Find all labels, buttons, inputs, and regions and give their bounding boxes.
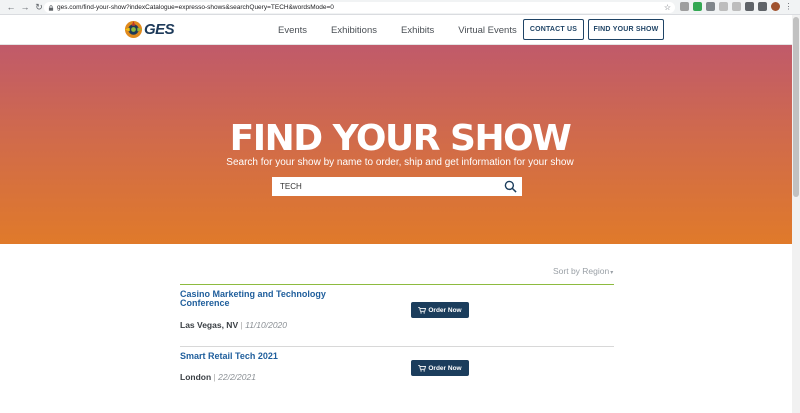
page-scrollbar[interactable]: [792, 15, 800, 413]
divider: [180, 284, 614, 285]
extension-icon[interactable]: [680, 2, 689, 11]
event-city: London: [180, 372, 212, 382]
site-header: GES Events Exhibitions Exhibits Virtual …: [0, 15, 800, 45]
separator: |: [213, 372, 216, 382]
bookmark-star-icon[interactable]: ☆: [664, 2, 671, 13]
profile-avatar[interactable]: [771, 2, 780, 11]
extension-icon[interactable]: [719, 2, 728, 11]
search-box: [272, 177, 522, 196]
nav-exhibits[interactable]: Exhibits: [401, 25, 434, 36]
nav-events[interactable]: Events: [278, 25, 307, 36]
address-bar[interactable]: ges.com/find-your-show?indexCatalogue=ex…: [44, 2, 675, 13]
sort-label: Sort by Region: [553, 266, 610, 276]
order-now-button[interactable]: Order Now: [411, 302, 469, 318]
browser-toolbar: ← → ↻ ges.com/find-your-show?indexCatalo…: [0, 0, 800, 15]
order-now-label: Order Now: [428, 306, 462, 314]
cart-icon: [418, 306, 427, 314]
hero-banner: FIND YOUR SHOW Search for your show by n…: [0, 45, 800, 244]
event-title-link[interactable]: Smart Retail Tech 2021: [180, 352, 340, 361]
event-date: 22/2/2021: [218, 372, 256, 382]
back-icon[interactable]: ←: [5, 1, 17, 13]
extension-icon[interactable]: [706, 2, 715, 11]
puzzle-icon[interactable]: [758, 2, 767, 11]
sort-by-region-dropdown[interactable]: Sort by Region▾: [553, 266, 613, 276]
event-city: Las Vegas, NV: [180, 320, 239, 330]
forward-icon[interactable]: →: [19, 1, 31, 13]
url-text: ges.com/find-your-show?indexCatalogue=ex…: [57, 4, 334, 11]
scrollbar-thumb[interactable]: [793, 17, 799, 197]
lock-icon: [48, 4, 54, 11]
extension-icon[interactable]: [693, 2, 702, 11]
extension-bar: ⋮: [680, 2, 793, 11]
search-input[interactable]: [280, 182, 495, 191]
menu-dots-icon[interactable]: ⋮: [784, 2, 793, 11]
event-title-link[interactable]: Casino Marketing and Technology Conferen…: [180, 290, 340, 308]
nav-virtual-events[interactable]: Virtual Events: [458, 25, 516, 36]
logo-wordmark: GES: [144, 21, 175, 38]
event-meta: London | 22/2/2021: [180, 372, 256, 382]
order-now-label: Order Now: [428, 364, 462, 372]
event-meta: Las Vegas, NV | 11/10/2020: [180, 320, 287, 330]
contact-us-button[interactable]: CONTACT US: [523, 19, 584, 40]
search-icon[interactable]: [504, 180, 517, 193]
event-date: 11/10/2020: [245, 320, 288, 330]
cart-icon: [418, 364, 427, 372]
nav-exhibitions[interactable]: Exhibitions: [331, 25, 377, 36]
ges-logo[interactable]: GES: [124, 20, 175, 39]
extension-icon[interactable]: [745, 2, 754, 11]
main-nav: Events Exhibitions Exhibits Virtual Even…: [278, 15, 541, 45]
hero-subtitle: Search for your show by name to order, s…: [226, 157, 574, 168]
order-now-button[interactable]: Order Now: [411, 360, 469, 376]
divider: [180, 346, 614, 347]
logo-globe-icon: [124, 20, 143, 39]
extension-icon[interactable]: [732, 2, 741, 11]
find-your-show-button[interactable]: FIND YOUR SHOW: [588, 19, 664, 40]
chevron-down-icon: ▾: [610, 270, 614, 276]
separator: |: [240, 320, 243, 330]
hero-title: FIND YOUR SHOW: [229, 118, 572, 159]
